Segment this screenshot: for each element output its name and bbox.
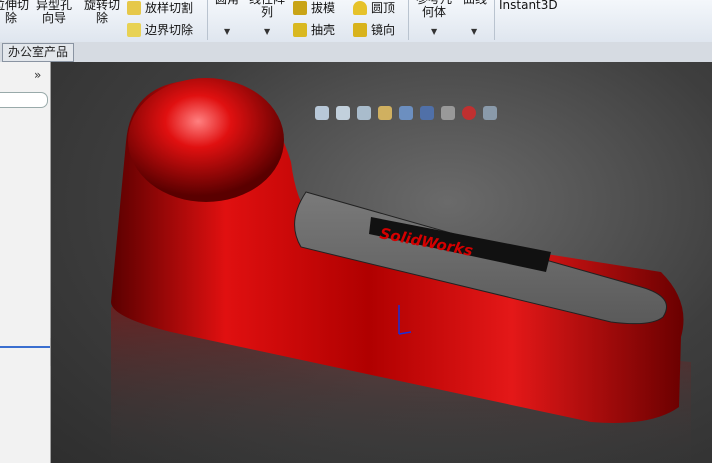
command-tab-bar: 办公室产品	[0, 42, 712, 62]
graphics-viewport[interactable]: SolidWorks	[51, 62, 712, 463]
swept-cut-icon	[127, 0, 141, 15]
swept-cut-label: 放样切割	[145, 1, 194, 15]
dome-button[interactable]: 圆顶	[353, 0, 395, 16]
boundary-cut-label: 边界切除	[145, 23, 194, 37]
fillet-button[interactable]: 圆角	[210, 0, 244, 6]
dome-label: 圆顶	[371, 1, 396, 15]
boundary-cut-icon	[127, 22, 141, 37]
part-dome	[128, 78, 284, 202]
draft-icon	[293, 0, 307, 15]
heads-up-view-toolbar	[315, 106, 497, 120]
linear-pattern-button[interactable]: 线性阵列	[246, 0, 288, 19]
shell-label: 抽壳	[311, 23, 336, 37]
tab-office-products[interactable]: 办公室产品	[2, 43, 75, 62]
ribbon-separator	[494, 0, 495, 40]
panel-filter-field[interactable]	[0, 92, 48, 108]
draft-button[interactable]: 拔模	[293, 0, 335, 16]
command-manager-ribbon: 拉伸切除 异型孔向导 旋转切除 放样切割 边界切除 圆角 ▼ 线性阵列 ▼ 拔模…	[0, 0, 712, 43]
expand-chevron-icon[interactable]: »	[34, 68, 41, 82]
previous-view-icon[interactable]	[357, 106, 371, 120]
shell-icon	[293, 22, 307, 37]
fillet-dropdown-icon[interactable]: ▼	[224, 27, 230, 36]
reference-geometry-button[interactable]: 参考几何体	[410, 0, 458, 19]
feature-manager-panel: »	[0, 62, 51, 463]
draft-label: 拔模	[311, 1, 336, 15]
ribbon-separator	[408, 0, 409, 40]
zoom-to-fit-icon[interactable]	[315, 106, 329, 120]
mirror-label: 镜向	[371, 23, 396, 37]
revolve-cut-button[interactable]: 旋转切除	[82, 0, 122, 25]
edit-appearance-icon[interactable]	[462, 106, 476, 120]
mirror-icon	[353, 22, 367, 37]
model-view: SolidWorks	[111, 78, 691, 463]
view-orientation-icon[interactable]	[399, 106, 413, 120]
view-settings-icon[interactable]	[483, 106, 497, 120]
hole-wizard-button[interactable]: 异型孔 向导	[34, 0, 74, 25]
ribbon-separator	[207, 0, 208, 40]
zoom-area-icon[interactable]	[336, 106, 350, 120]
curves-dropdown-icon[interactable]: ▼	[471, 27, 477, 36]
reference-geometry-dropdown-icon[interactable]: ▼	[431, 27, 437, 36]
pattern-dropdown-icon[interactable]: ▼	[264, 27, 270, 36]
swept-cut-button[interactable]: 放样切割	[127, 0, 193, 16]
shell-button[interactable]: 抽壳	[293, 21, 335, 38]
extrude-cut-button[interactable]: 拉伸切除	[0, 0, 30, 25]
display-style-icon[interactable]	[420, 106, 434, 120]
dome-icon	[353, 0, 367, 15]
instant3d-button[interactable]: Instant3D	[499, 0, 558, 12]
section-view-icon[interactable]	[378, 106, 392, 120]
panel-divider	[0, 346, 50, 348]
mirror-button[interactable]: 镜向	[353, 21, 395, 38]
hide-show-items-icon[interactable]	[441, 106, 455, 120]
curves-button[interactable]: 曲线	[458, 0, 492, 6]
boundary-cut-button[interactable]: 边界切除	[127, 21, 193, 38]
